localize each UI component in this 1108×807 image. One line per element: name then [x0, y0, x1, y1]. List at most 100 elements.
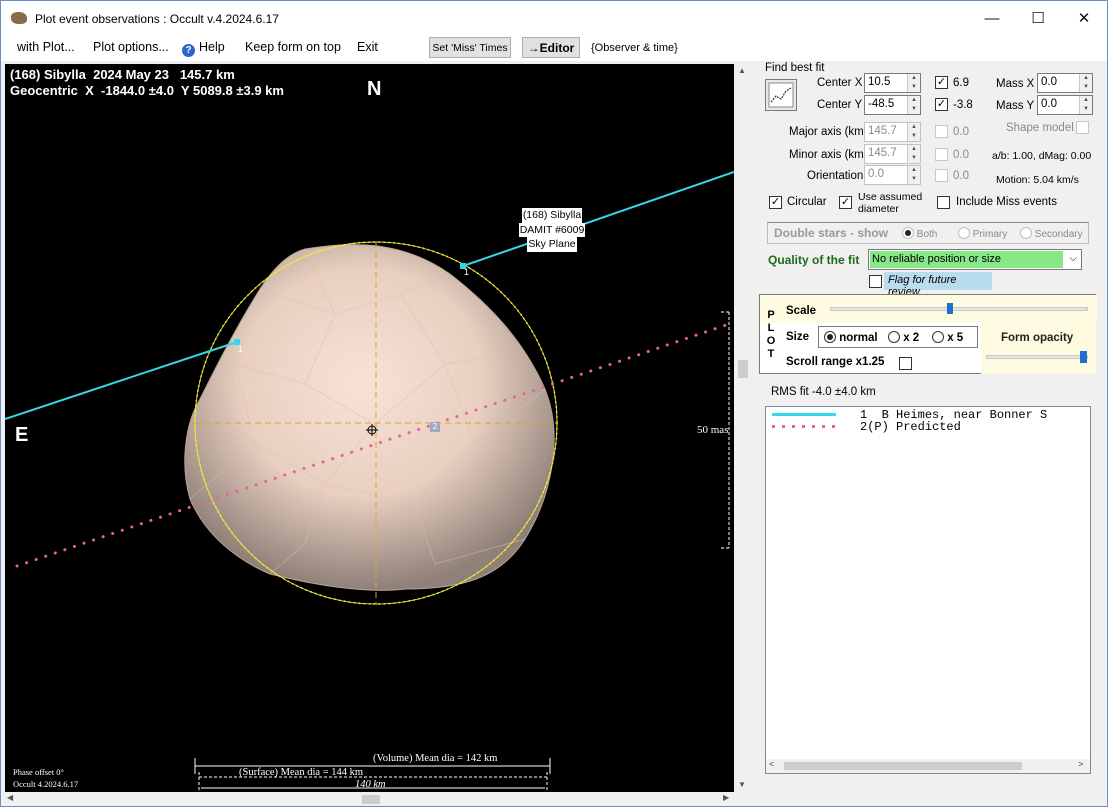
quality-of-fit-value: No reliable position or size [870, 251, 1063, 268]
editor-button[interactable]: →Editor [522, 37, 580, 58]
observer-legend-list[interactable]: 1 B Heimes, near Bonner S 2(P) Predicted… [765, 406, 1091, 774]
menu-keep-on-top[interactable]: Keep form on top [245, 40, 341, 54]
object-label-damit: DAMIT #6009 [518, 222, 586, 237]
scroll-right-arrow-icon[interactable]: ▶ [723, 793, 729, 802]
opacity-slider-thumb[interactable] [1080, 351, 1087, 363]
menu-with-plot[interactable]: with Plot... [17, 40, 75, 54]
plot-letter-l: L [767, 322, 775, 334]
size-x2-radio[interactable]: x 2 [888, 331, 919, 344]
center-x-input[interactable]: 10.5 ▲ ▼ [864, 73, 921, 93]
circular-checkbox[interactable]: ✓ [769, 196, 782, 209]
minimize-button[interactable]: — [969, 1, 1015, 35]
plot-canvas [5, 171, 734, 792]
radio-both[interactable]: Both [902, 227, 937, 240]
ab-dmag-readout: a/b: 1.00, dMag: 0.00 [992, 150, 1092, 162]
scroll-right-arrow-icon[interactable]: > [1078, 760, 1083, 770]
menu-help-label: Help [199, 40, 225, 54]
fit-center-x-checkbox[interactable]: ✓ [935, 76, 948, 89]
fit-minor-axis-checkbox[interactable] [935, 148, 948, 161]
center-y-input[interactable]: -48.5 ▲ ▼ [864, 95, 921, 115]
scroll-up-arrow-icon[interactable]: ▲ [738, 66, 746, 75]
chevron-down-icon: ⌵ [1069, 253, 1077, 264]
scroll-thumb-h[interactable] [362, 795, 380, 804]
minor-axis-label: Minor axis (km) [789, 149, 868, 161]
east-label: E [15, 424, 29, 446]
minor-axis-input[interactable]: 145.7 ▲ ▼ [864, 144, 921, 164]
orientation-fit-value: 0.0 [953, 170, 969, 182]
mass-x-value: 0.0 [1041, 76, 1057, 88]
shape-model-label: Shape model [1006, 122, 1074, 134]
size-x5-indicator [932, 331, 944, 343]
size-x5-radio[interactable]: x 5 [932, 331, 963, 344]
set-miss-times-button[interactable]: Set 'Miss' Times [429, 37, 511, 58]
predicted-center-marker: 2 [430, 422, 440, 432]
double-stars-group: Double stars - show Both Primary Seconda… [767, 222, 1089, 244]
major-axis-input[interactable]: 145.7 ▲ ▼ [864, 122, 921, 142]
scale-slider-track[interactable] [830, 307, 1088, 311]
opacity-slider-track[interactable] [986, 355, 1088, 359]
shape-model-checkbox[interactable] [1076, 121, 1089, 134]
scroll-thumb[interactable] [738, 360, 748, 378]
scroll-down-arrow-icon[interactable]: ▼ [738, 780, 746, 789]
plot-horizontal-scrollbar[interactable]: ◀ ▶ [5, 793, 734, 806]
include-miss-label: Include Miss events [956, 196, 1057, 208]
title-bar[interactable]: Plot event observations : Occult v.4.202… [1, 1, 1107, 35]
mass-x-input[interactable]: 0.0 ▲ ▼ [1037, 73, 1093, 93]
spin-arrows-icon[interactable]: ▲ ▼ [907, 166, 920, 184]
use-assumed-diameter-label: Use assumed diameter [858, 191, 922, 215]
radio-secondary[interactable]: Secondary [1020, 227, 1083, 240]
motion-readout: Motion: 5.04 km/s [996, 174, 1079, 186]
observer-time-menu[interactable]: {Observer & time} [591, 42, 678, 54]
spin-arrows-icon[interactable]: ▲ ▼ [1079, 96, 1092, 114]
legend-horizontal-scrollbar[interactable]: < > [766, 759, 1090, 773]
radio-primary[interactable]: Primary [958, 227, 1007, 240]
scroll-left-arrow-icon[interactable]: < [769, 760, 774, 770]
center-x-label: Center X [817, 77, 863, 89]
spin-arrows-icon[interactable]: ▲ ▼ [907, 74, 920, 92]
version-label: Occult 4.2024.6.17 [13, 779, 79, 789]
volume-mean-dia: (Volume) Mean dia = 142 km [373, 753, 498, 764]
use-assumed-diameter-checkbox[interactable]: ✓ [839, 196, 852, 209]
find-best-fit-button[interactable] [765, 79, 797, 111]
fit-major-axis-checkbox[interactable] [935, 125, 948, 138]
use-assumed-line1: Use assumed [858, 191, 923, 203]
spin-arrows-icon[interactable]: ▲ ▼ [907, 96, 920, 114]
menu-help[interactable]: ? Help [182, 40, 225, 57]
fit-center-y-checkbox[interactable]: ✓ [935, 98, 948, 111]
observer-chord-right [462, 171, 734, 267]
plot-letter-t: T [767, 348, 775, 360]
mass-y-input[interactable]: 0.0 ▲ ▼ [1037, 95, 1093, 115]
major-axis-label: Major axis (km) [789, 126, 868, 138]
size-normal-radio[interactable]: normal [824, 331, 878, 344]
scale-50mas-label: 50 mas [697, 424, 729, 436]
size-x2-indicator [888, 331, 900, 343]
scroll-left-arrow-icon[interactable]: ◀ [7, 793, 13, 802]
plot-vertical-scrollbar[interactable]: ▲ ▼ [736, 64, 750, 792]
menu-plot-options[interactable]: Plot options... [93, 40, 169, 54]
maximize-button[interactable]: ☐ [1015, 1, 1061, 35]
scroll-range-checkbox[interactable] [899, 357, 912, 370]
legend-row[interactable]: 2(P) Predicted [860, 420, 961, 434]
scale-slider-thumb[interactable] [947, 303, 953, 314]
find-best-fit-label: Find best fit [765, 62, 825, 74]
plot-vertical-label: P L O T [766, 309, 776, 361]
rms-fit-label: RMS fit -4.0 ±4.0 km [771, 386, 876, 398]
major-axis-value: 145.7 [868, 125, 897, 137]
plot-area[interactable]: (168) Sibylla 2024 May 23 145.7 km Geoce… [5, 64, 734, 792]
quality-of-fit-dropdown[interactable]: No reliable position or size ⌵ [868, 249, 1082, 270]
spin-arrows-icon[interactable]: ▲ ▼ [1079, 74, 1092, 92]
flag-review-label: Flag for future review [884, 272, 992, 298]
plot-letter-p: P [767, 309, 775, 321]
asteroid-app-icon [11, 12, 27, 24]
orientation-input[interactable]: 0.0 ▲ ▼ [864, 165, 921, 185]
legend-scroll-thumb[interactable] [784, 762, 1022, 770]
include-miss-checkbox[interactable] [937, 196, 950, 209]
fit-orientation-checkbox[interactable] [935, 169, 948, 182]
close-button[interactable]: ✕ [1061, 1, 1107, 35]
form-opacity-label: Form opacity [1001, 332, 1074, 344]
menu-exit[interactable]: Exit [357, 40, 378, 54]
spin-arrows-icon[interactable]: ▲ ▼ [907, 145, 920, 163]
major-fit-value: 0.0 [953, 126, 969, 138]
flag-review-checkbox[interactable] [869, 275, 882, 288]
spin-arrows-icon[interactable]: ▲ ▼ [907, 123, 920, 141]
